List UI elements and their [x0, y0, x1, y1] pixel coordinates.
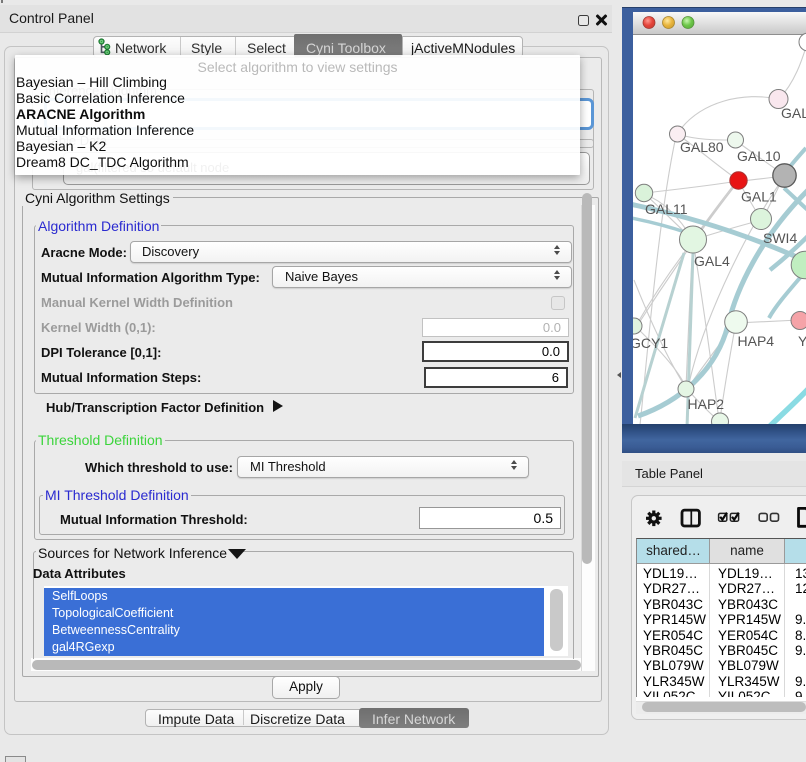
svg-text:GAL1: GAL1 [741, 189, 777, 205]
svg-text:GAL11: GAL11 [645, 201, 688, 217]
svg-text:GAL7: GAL7 [781, 105, 806, 121]
svg-text:HAP2: HAP2 [688, 396, 725, 412]
svg-text:GAL10: GAL10 [737, 148, 781, 164]
svg-text:SWI4: SWI4 [763, 230, 797, 246]
svg-text:GCY1: GCY1 [633, 335, 668, 351]
svg-text:GAL4: GAL4 [694, 253, 730, 269]
svg-text:YJ: YJ [798, 333, 806, 349]
svg-text:GAL80: GAL80 [680, 139, 724, 155]
svg-text:HAP4: HAP4 [738, 333, 775, 349]
